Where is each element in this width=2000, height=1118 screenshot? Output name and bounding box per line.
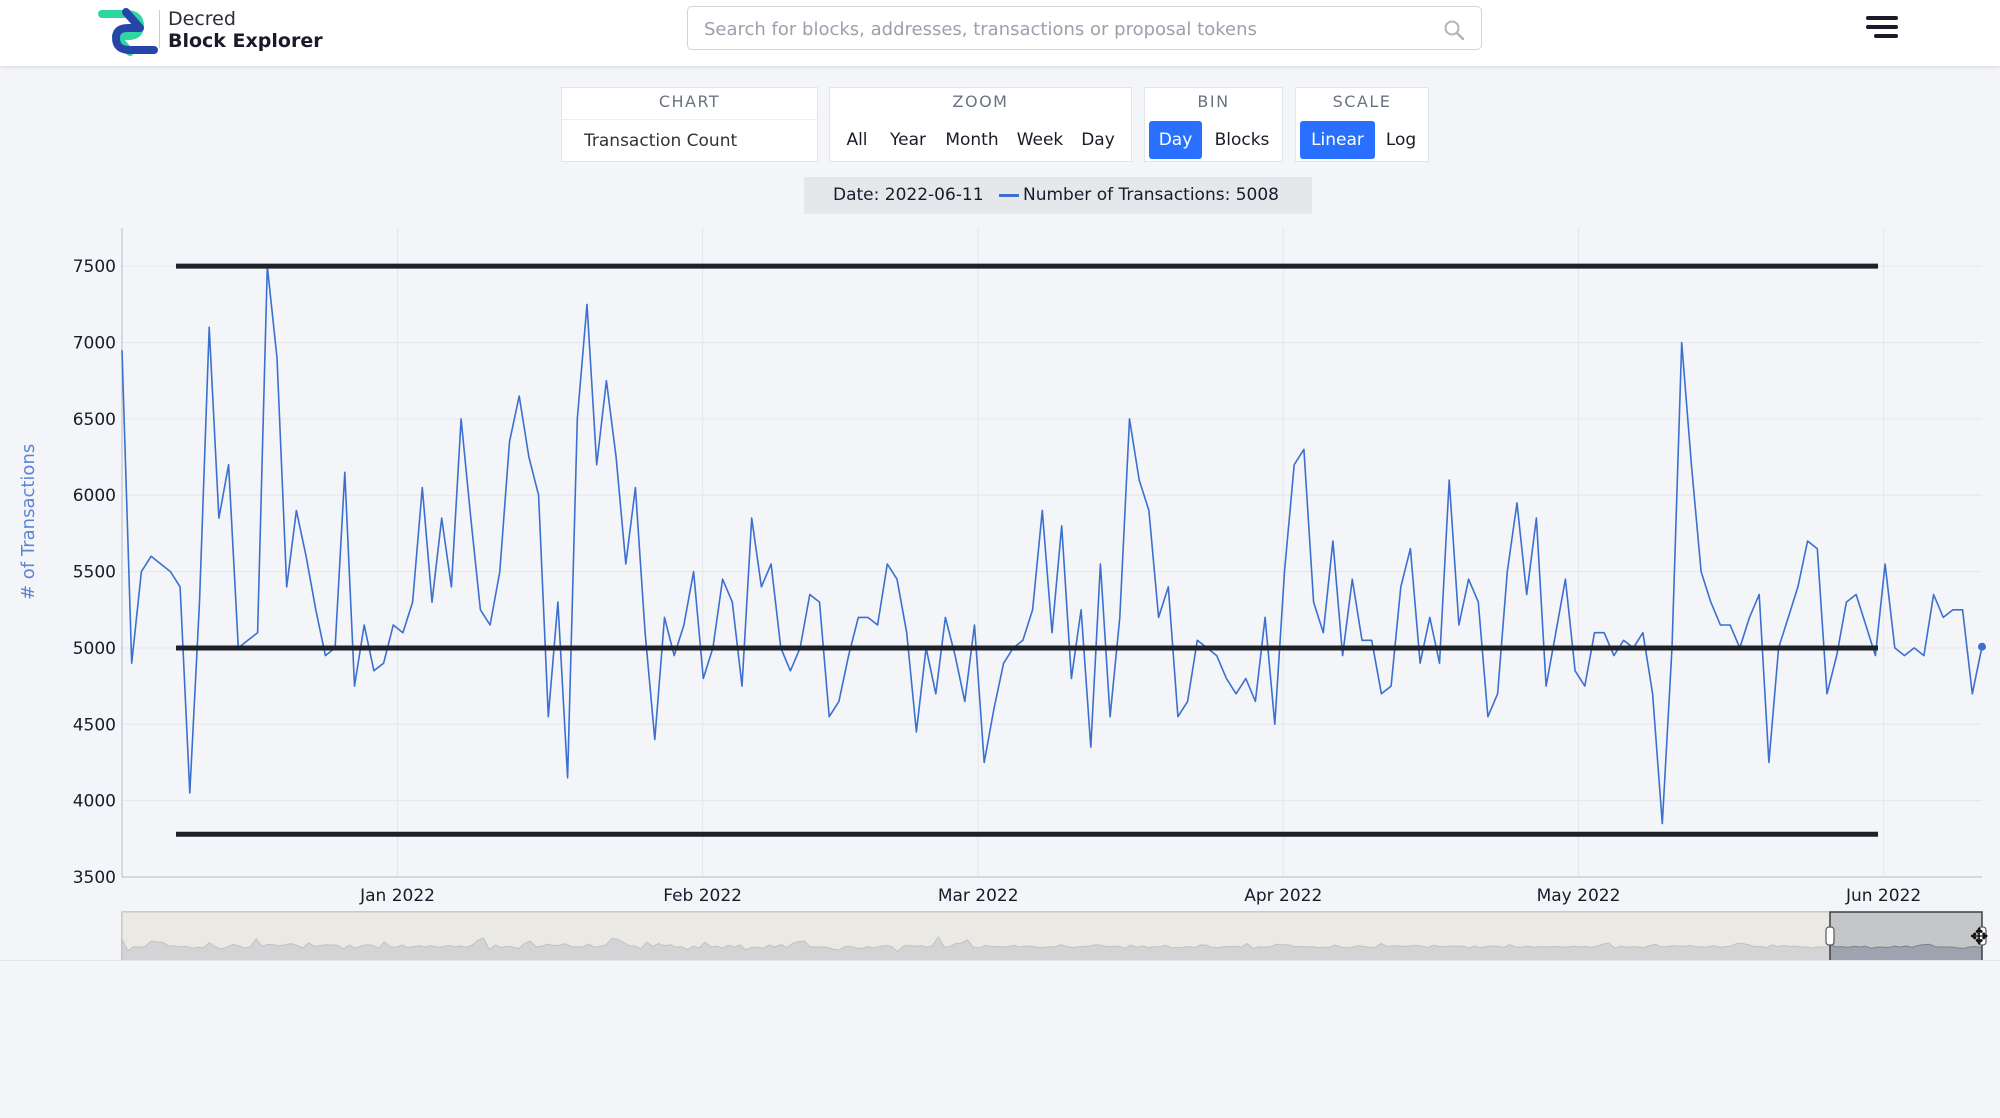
transaction-count-chart[interactable]: 3500 4000 4500 5000 5500 6000 6500 7000 7500 Jan … (0, 220, 2000, 960)
zoom-month-button[interactable]: Month (940, 121, 1004, 159)
y-tick-label: 6000 (73, 486, 116, 506)
search-input[interactable] (702, 14, 1426, 44)
x-tick-label: Feb 2022 (663, 886, 742, 906)
brand-line-2: Block Explorer (168, 30, 323, 52)
x-tick-label: Jan 2022 (359, 886, 435, 906)
search-icon[interactable] (1443, 19, 1465, 41)
x-tick-label: Jun 2022 (1845, 886, 1921, 906)
zoom-control: ZOOM All Year Month Week Day (829, 87, 1132, 162)
zoom-week-button[interactable]: Week (1012, 121, 1068, 159)
range-handle-left[interactable] (1825, 926, 1835, 946)
scale-control: SCALE Linear Log (1295, 87, 1429, 162)
x-tick-label: Apr 2022 (1244, 886, 1322, 906)
y-tick-label: 4500 (73, 715, 116, 735)
y-tick-label: 4000 (73, 792, 116, 812)
y-tick-label: 5500 (73, 563, 116, 583)
search-box (687, 6, 1482, 50)
scale-linear-button[interactable]: Linear (1300, 121, 1375, 159)
bin-day-button[interactable]: Day (1149, 121, 1202, 159)
logo-divider (159, 10, 160, 48)
y-tick-label: 7500 (73, 257, 116, 277)
zoom-heading: ZOOM (952, 92, 1009, 111)
bin-heading: BIN (1197, 92, 1230, 111)
series-line (121, 265, 1983, 825)
move-cursor-icon: ✥ (1970, 925, 1988, 950)
decred-logo-icon[interactable] (96, 6, 160, 58)
y-tick-label: 5000 (73, 639, 116, 659)
hover-point (1978, 642, 1986, 651)
y-tick-label: 7000 (73, 334, 116, 354)
chart-heading: CHART (658, 92, 721, 111)
brand-name[interactable]: Decred Block Explorer (168, 8, 323, 52)
chart-legend: Date: 2022-06-11 Number of Transactions:… (804, 177, 1312, 214)
page-footer-area (0, 960, 2000, 1118)
zoom-day-button[interactable]: Day (1076, 121, 1120, 159)
bin-control: BIN Day Blocks (1144, 87, 1283, 162)
range-unselected-mask (122, 912, 1830, 960)
zoom-year-button[interactable]: Year (884, 121, 932, 159)
zoom-all-button[interactable]: All (838, 121, 876, 159)
scale-log-button[interactable]: Log (1378, 121, 1424, 159)
top-header: Decred Block Explorer (0, 0, 2000, 66)
chart-control: CHART Transaction Count (561, 87, 818, 162)
x-tick-label: May 2022 (1537, 886, 1621, 906)
scale-heading: SCALE (1332, 92, 1392, 111)
chart-type-select[interactable]: Transaction Count (584, 122, 737, 160)
legend-value: Number of Transactions: 5008 (1023, 185, 1279, 205)
y-tick-label: 6500 (73, 410, 116, 430)
legend-line-swatch (999, 194, 1019, 197)
brand-line-1: Decred (168, 8, 236, 30)
range-window (1829, 911, 1983, 960)
legend-date: Date: 2022-06-11 (833, 185, 984, 205)
y-tick-label: 3500 (73, 868, 116, 888)
bin-blocks-button[interactable]: Blocks (1207, 121, 1277, 159)
hamburger-menu-icon[interactable] (1866, 16, 1898, 42)
x-tick-label: Mar 2022 (938, 886, 1019, 906)
